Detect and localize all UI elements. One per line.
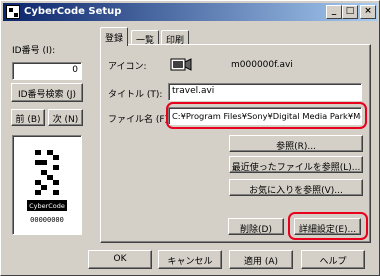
help-button[interactable]: ヘルプ	[301, 250, 365, 269]
app-icon	[6, 5, 20, 19]
browse-button[interactable]: 参照(R)...	[229, 135, 363, 152]
ok-button[interactable]: OK	[88, 250, 152, 269]
window-title: CyberCode Setup	[24, 6, 122, 17]
cybercode-preview: CyberCode 00000000	[12, 135, 82, 235]
tab-print[interactable]: 印刷	[161, 30, 190, 46]
tab-register[interactable]: 登録	[100, 27, 129, 46]
cancel-button[interactable]: キャンセル	[158, 250, 222, 269]
icon-filename: m000000f.avi	[231, 60, 293, 70]
id-number-value: 0	[72, 65, 78, 75]
icon-label: アイコン:	[108, 62, 147, 72]
prev-button[interactable]: 前 (B)	[11, 109, 45, 126]
delete-button[interactable]: 削除(D)	[228, 218, 284, 235]
minimize-button[interactable]: _	[326, 5, 342, 19]
video-file-icon	[169, 56, 193, 74]
file-name-label: ファイル名 (F):	[108, 115, 172, 125]
id-number-label: ID番号 (I):	[12, 46, 56, 56]
apply-button[interactable]: 適用 (A)	[229, 250, 293, 269]
cybercode-setup-window: CyberCode Setup _ □ × ID番号 (I): 0 ID番号検索…	[0, 0, 380, 276]
close-button[interactable]: ×	[360, 5, 376, 19]
recent-files-button[interactable]: 最近使ったファイルを参照(L)...	[229, 156, 363, 173]
advanced-settings-highlight	[288, 212, 368, 240]
title-input[interactable]: travel.avi	[168, 83, 362, 101]
favorites-button[interactable]: お気に入りを参照(V)...	[229, 179, 363, 196]
id-search-button[interactable]: ID番号検索 (J)	[11, 83, 83, 102]
tab-list[interactable]: 一覧	[131, 30, 160, 46]
maximize-button[interactable]: □	[342, 5, 358, 19]
id-number-input[interactable]: 0	[12, 62, 82, 80]
cybercode-brand: CyberCode	[29, 202, 65, 210]
file-name-highlight	[166, 102, 367, 129]
next-button[interactable]: 次 (N)	[48, 109, 83, 126]
title-bar[interactable]: CyberCode Setup _ □ ×	[3, 3, 377, 21]
cybercode-digits: 00000000	[30, 216, 64, 224]
title-label: タイトル (T):	[108, 90, 163, 100]
cybercode-graphic: CyberCode 00000000	[27, 150, 67, 224]
title-value: travel.avi	[172, 86, 215, 96]
